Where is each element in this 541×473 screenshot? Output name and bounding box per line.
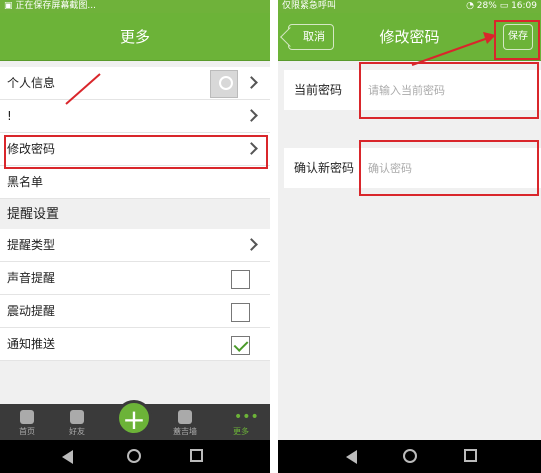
status-time: 16:09 <box>511 1 537 11</box>
grid-icon <box>178 410 192 424</box>
friends-icon <box>70 410 84 424</box>
tab-wall[interactable]: 蓋吉墙 <box>158 404 212 440</box>
sound-reminder-checkbox[interactable] <box>231 270 250 289</box>
tab-label: 好友 <box>69 427 85 436</box>
home-circle-icon[interactable] <box>403 449 417 463</box>
highlight-box <box>359 140 539 196</box>
battery-icon: ▭ <box>499 1 512 11</box>
list-item-label: 通知推送 <box>7 337 56 351</box>
list-item-vibration-reminder: 震动提醒 <box>0 295 270 328</box>
status-bar: 仅限紧急呼叫 ◔ 28% ▭ 16:09 <box>278 0 541 13</box>
list-item-unnamed[interactable]: ! <box>0 100 270 133</box>
tab-home[interactable]: 首页 <box>0 404 54 440</box>
list-item-sound-reminder: 声音提醒 <box>0 262 270 295</box>
back-icon[interactable] <box>346 450 357 464</box>
cancel-button[interactable]: 取消 <box>288 24 334 50</box>
home-icon <box>20 410 34 424</box>
status-text: 正在保存屏幕截图... <box>15 1 96 11</box>
list-item-label: 个人信息 <box>7 76 56 90</box>
tab-friends[interactable]: 好友 <box>50 404 104 440</box>
section-title: 提醒设置 <box>0 199 270 229</box>
system-nav-bar <box>0 440 270 473</box>
status-bar: ▣ 正在保存屏幕截图... <box>0 0 270 13</box>
back-icon[interactable] <box>62 450 73 464</box>
page-title: 更多 <box>0 13 270 61</box>
battery-level: 28% <box>476 1 497 11</box>
wifi-icon: ◔ <box>466 1 477 11</box>
list-item-push-notification: 通知推送 <box>0 328 270 361</box>
avatar <box>210 70 238 98</box>
list-item-label: 声音提醒 <box>7 271 56 285</box>
tab-more[interactable]: ••• 更多 <box>214 404 268 440</box>
push-notification-checkbox[interactable] <box>231 336 250 355</box>
chevron-right-icon <box>245 109 258 122</box>
list-item-profile[interactable]: 个人信息 <box>0 67 270 100</box>
list-item-label: ! <box>7 109 12 123</box>
tab-label: 首页 <box>19 427 35 436</box>
list-item-reminder-type[interactable]: 提醒类型 <box>0 229 270 262</box>
home-circle-icon[interactable] <box>127 449 141 463</box>
reminder-settings-list: 提醒类型 声音提醒 震动提醒 通知推送 <box>0 229 270 361</box>
highlight-box <box>359 62 539 119</box>
recent-apps-icon[interactable] <box>464 449 477 462</box>
chevron-right-icon <box>245 238 258 251</box>
highlight-box <box>4 135 268 169</box>
list-item-blacklist[interactable]: 黑名单 <box>0 166 270 199</box>
recent-apps-icon[interactable] <box>190 449 203 462</box>
highlight-box <box>494 20 540 60</box>
system-nav-bar <box>278 440 541 473</box>
divider <box>270 0 278 473</box>
list-item-label: 提醒类型 <box>7 238 56 252</box>
account-list: 个人信息 ! 修改密码 黑名单 <box>0 67 270 199</box>
current-password-label: 当前密码 <box>294 83 343 97</box>
more-dots-icon: ••• <box>234 409 259 425</box>
vibration-reminder-checkbox[interactable] <box>231 303 250 322</box>
confirm-password-label: 确认新密码 <box>294 161 355 175</box>
list-item-label: 震动提醒 <box>7 304 56 318</box>
status-text: 仅限紧急呼叫 <box>282 1 337 11</box>
tab-label: 蓋吉墙 <box>173 427 197 436</box>
add-button[interactable]: + <box>116 400 152 436</box>
right-screen: 仅限紧急呼叫 ◔ 28% ▭ 16:09 取消 修改密码 保存 当前密码 确认新… <box>278 0 541 473</box>
tab-label: 更多 <box>233 427 249 436</box>
chevron-right-icon <box>245 76 258 89</box>
left-screen: ▣ 正在保存屏幕截图... 更多 个人信息 ! 修改密码 黑名单 提醒设置 提醒… <box>0 0 270 473</box>
screenshot-icon: ▣ <box>4 1 16 11</box>
page-title: 修改密码 <box>379 28 440 46</box>
list-item-label: 黑名单 <box>7 175 44 189</box>
